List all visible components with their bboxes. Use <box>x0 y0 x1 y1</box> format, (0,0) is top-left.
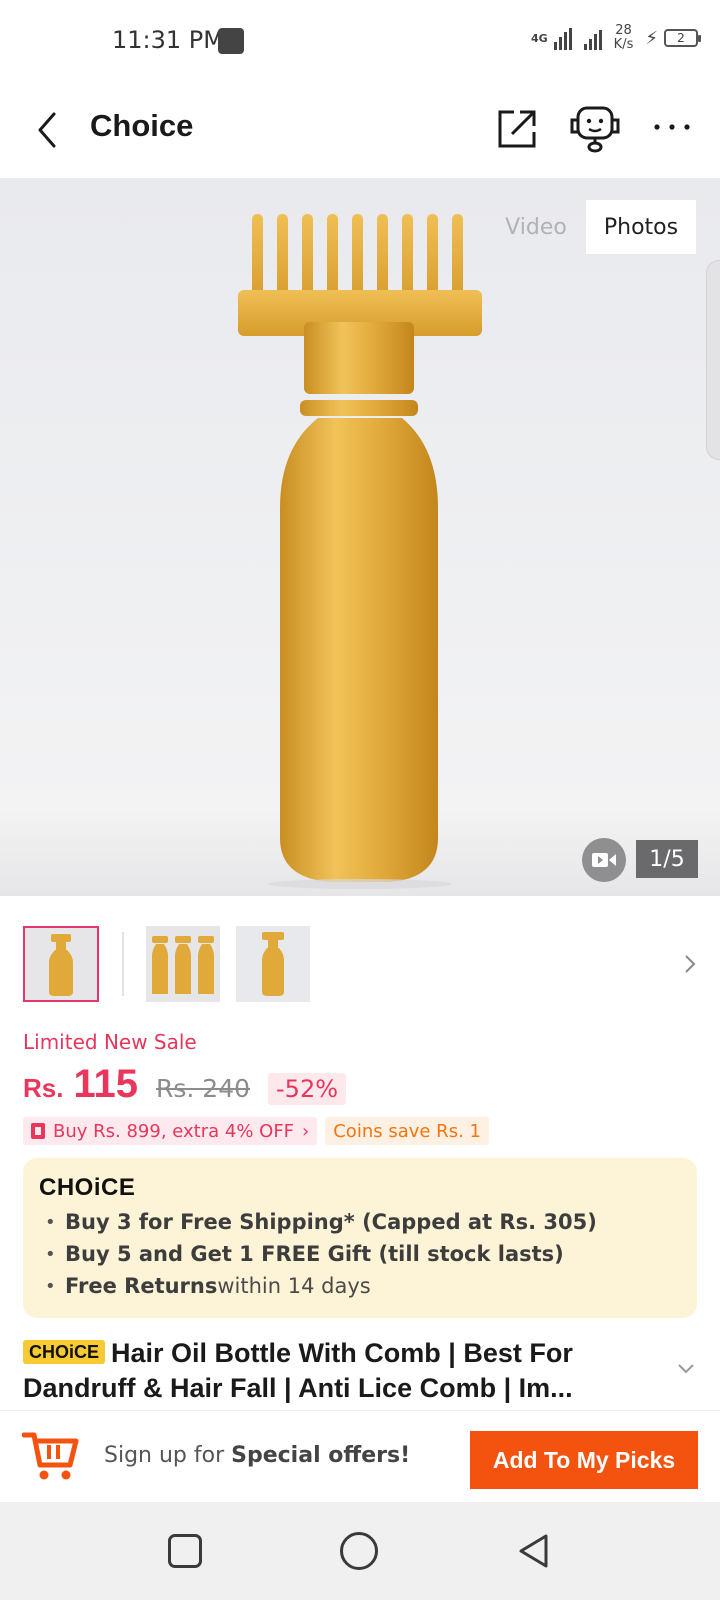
network-speed-unit: K/s <box>613 37 634 52</box>
thumbnail-2[interactable] <box>146 926 220 1002</box>
photos-tab[interactable]: Photos <box>586 200 696 254</box>
current-price: 115 <box>73 1062 138 1106</box>
benefit-item: • Free Returns within 14 days <box>45 1274 371 1298</box>
battery-icon: 2 <box>664 29 701 47</box>
system-nav-bar <box>0 1502 720 1600</box>
shopping-cart-icon[interactable] <box>22 1427 80 1483</box>
thumbnail-3[interactable] <box>236 926 310 1002</box>
add-to-picks-button[interactable]: Add To My Picks <box>470 1431 698 1489</box>
sale-label: Limited New Sale <box>23 1030 197 1054</box>
recent-apps-icon[interactable] <box>168 1534 202 1568</box>
signup-prompt[interactable]: Sign up for Special offers! <box>104 1443 410 1468</box>
choice-benefits-panel[interactable]: CHOiCE • Buy 3 for Free Shipping* (Capped… <box>23 1158 697 1318</box>
signal-strength-icon <box>553 26 572 50</box>
coins-text: Coins save Rs. 1 <box>333 1120 481 1142</box>
thumbnail-divider <box>122 932 124 996</box>
benefit-item: • Buy 3 for Free Shipping* (Capped at Rs.… <box>45 1210 597 1234</box>
status-time: 11:31 PM <box>112 26 224 54</box>
product-title: CHOiCE Hair Oil Bottle With Comb | Best F… <box>23 1336 683 1406</box>
currency-label: Rs. <box>23 1073 64 1103</box>
product-title-block[interactable]: CHOiCE Hair Oil Bottle With Comb | Best F… <box>23 1336 683 1406</box>
nav-back-icon[interactable] <box>516 1532 552 1570</box>
chevron-right-icon[interactable] <box>682 952 698 976</box>
chevron-right-icon: › <box>302 1120 310 1142</box>
original-price: Rs. 240 <box>156 1074 251 1103</box>
price-row: Rs. 115 Rs. 240 -52% <box>23 1062 347 1107</box>
top-app-bar: Choice <box>0 82 720 178</box>
share-icon[interactable] <box>496 106 540 150</box>
media-toggle: Video Photos <box>486 200 696 254</box>
chevron-down-icon[interactable] <box>676 1362 696 1376</box>
side-drawer-handle[interactable] <box>706 260 720 460</box>
coins-chip[interactable]: Coins save Rs. 1 <box>325 1117 489 1145</box>
video-play-icon[interactable] <box>582 838 626 882</box>
screenshot-notification-icon <box>218 28 244 54</box>
back-icon[interactable] <box>30 110 66 150</box>
promo-coupon-chip[interactable]: Buy Rs. 899, extra 4% OFF › <box>23 1117 318 1145</box>
thumbnail-1[interactable] <box>23 926 99 1002</box>
coupon-icon <box>31 1123 45 1139</box>
network-type-label: 4G <box>530 31 548 45</box>
network-speed: 28 K/s <box>614 24 634 52</box>
product-photo <box>238 214 482 889</box>
promo-text: Buy Rs. 899, extra 4% OFF <box>53 1120 295 1142</box>
status-indicators: 4G 28 K/s ⚡ 2 <box>530 24 701 52</box>
signal-strength-2-icon <box>583 26 602 50</box>
more-icon[interactable] <box>652 122 692 132</box>
discount-badge: -52% <box>268 1073 347 1105</box>
bottom-action-bar: Sign up for Special offers! Add To My Pi… <box>0 1410 720 1502</box>
status-bar: 11:31 PM 4G 28 K/s ⚡ 2 <box>0 0 720 82</box>
home-icon[interactable] <box>340 1532 378 1570</box>
charging-icon: ⚡ <box>645 27 658 49</box>
product-image-gallery[interactable]: Video Photos 1/5 <box>0 178 720 896</box>
choice-logo: CHOiCE <box>39 1174 136 1201</box>
thumbnail-strip <box>22 926 702 1004</box>
image-counter: 1/5 <box>636 840 698 878</box>
product-title-text: Hair Oil Bottle With Comb | Best For Dan… <box>23 1338 573 1403</box>
choice-badge: CHOiCE <box>23 1340 106 1364</box>
network-speed-value: 28 <box>615 23 632 38</box>
benefit-item: • Buy 5 and Get 1 FREE Gift (till stock l… <box>45 1242 564 1266</box>
video-tab[interactable]: Video <box>486 200 586 254</box>
page-title: Choice <box>90 108 194 143</box>
battery-level: 2 <box>677 31 685 45</box>
promo-row: Buy Rs. 899, extra 4% OFF › Coins save R… <box>23 1117 489 1145</box>
benefits-list: • Buy 3 for Free Shipping* (Capped at Rs.… <box>45 1206 597 1302</box>
customer-support-icon[interactable] <box>568 102 622 154</box>
